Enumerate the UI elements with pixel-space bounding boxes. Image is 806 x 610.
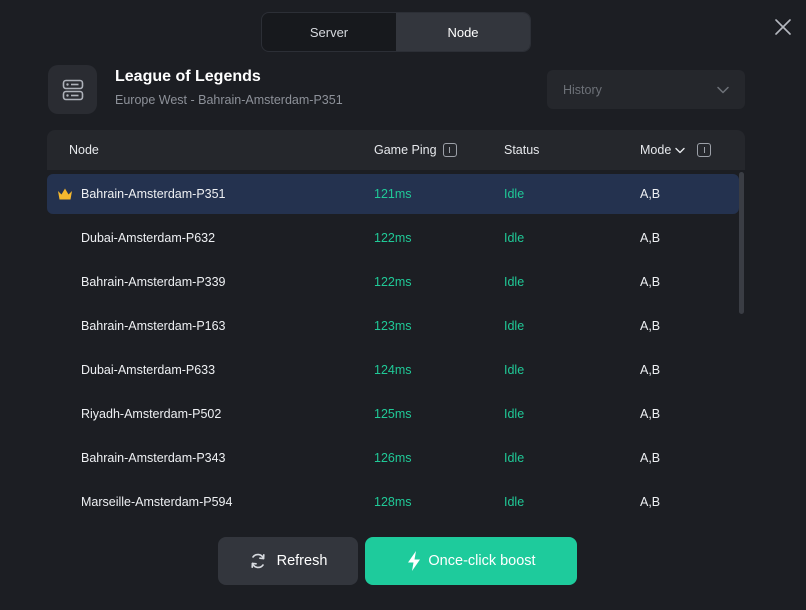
column-node: Node <box>69 130 99 170</box>
node-status: Idle <box>504 451 525 465</box>
chevron-down-icon <box>675 147 685 153</box>
column-ping-label: Game Ping <box>374 143 437 157</box>
node-mode: A,B <box>640 451 661 465</box>
node-name: Dubai-Amsterdam-P632 <box>81 231 216 245</box>
view-tabs: Server Node <box>261 12 531 52</box>
node-name: Bahrain-Amsterdam-P343 <box>81 451 226 465</box>
game-icon-tile <box>48 65 97 114</box>
game-title: League of Legends <box>115 68 261 85</box>
node-mode: A,B <box>640 231 661 245</box>
boost-label: Once-click boost <box>428 553 536 569</box>
node-status: Idle <box>504 187 525 201</box>
node-status: Idle <box>504 231 525 245</box>
info-icon[interactable] <box>442 143 457 157</box>
node-mode: A,B <box>640 187 661 201</box>
scrollbar-thumb[interactable] <box>739 172 744 314</box>
node-list: Bahrain-Amsterdam-P351 121ms Idle A,B Du… <box>47 172 739 524</box>
info-icon[interactable] <box>697 143 712 157</box>
close-icon <box>775 19 791 35</box>
node-status: Idle <box>504 407 525 421</box>
table-row[interactable]: Dubai-Amsterdam-P632 122ms Idle A,B <box>47 218 739 258</box>
crown-icon <box>58 188 72 200</box>
column-node-label: Node <box>69 143 99 157</box>
node-name: Bahrain-Amsterdam-P163 <box>81 319 226 333</box>
chevron-down-icon <box>717 86 729 93</box>
table-row[interactable]: Bahrain-Amsterdam-P351 121ms Idle A,B <box>47 174 739 214</box>
node-status: Idle <box>504 495 525 509</box>
game-subtitle: Europe West - Bahrain-Amsterdam-P351 <box>115 93 343 107</box>
history-dropdown[interactable]: History <box>547 70 745 109</box>
node-ping: 122ms <box>374 231 412 245</box>
refresh-label: Refresh <box>276 553 328 569</box>
node-mode: A,B <box>640 495 661 509</box>
node-status: Idle <box>504 319 525 333</box>
close-button[interactable] <box>772 16 794 38</box>
tab-server[interactable]: Server <box>262 13 396 51</box>
node-ping: 122ms <box>374 275 412 289</box>
table-row[interactable]: Riyadh-Amsterdam-P502 125ms Idle A,B <box>47 394 739 434</box>
table-header: Node Game Ping Status Mode <box>47 130 745 170</box>
node-ping: 124ms <box>374 363 412 377</box>
node-ping: 121ms <box>374 187 412 201</box>
node-mode: A,B <box>640 319 661 333</box>
node-mode: A,B <box>640 407 661 421</box>
table-row[interactable]: Bahrain-Amsterdam-P339 122ms Idle A,B <box>47 262 739 302</box>
node-status: Idle <box>504 363 525 377</box>
column-status: Status <box>504 130 539 170</box>
tab-node[interactable]: Node <box>396 13 530 51</box>
table-row[interactable]: Dubai-Amsterdam-P633 124ms Idle A,B <box>47 350 739 390</box>
column-status-label: Status <box>504 143 540 157</box>
node-ping: 126ms <box>374 451 412 465</box>
node-status: Idle <box>504 275 525 289</box>
refresh-button[interactable]: Refresh <box>218 537 358 585</box>
node-mode: A,B <box>640 363 661 377</box>
lightning-icon <box>408 551 421 571</box>
column-mode[interactable]: Mode <box>640 130 712 170</box>
node-name: Marseille-Amsterdam-P594 <box>81 495 233 509</box>
node-ping: 123ms <box>374 319 412 333</box>
node-name: Riyadh-Amsterdam-P502 <box>81 407 222 421</box>
column-mode-label: Mode <box>640 143 672 157</box>
server-icon <box>62 79 83 100</box>
table-row[interactable]: Bahrain-Amsterdam-P343 126ms Idle A,B <box>47 438 739 478</box>
table-row[interactable]: Marseille-Amsterdam-P594 128ms Idle A,B <box>47 482 739 522</box>
refresh-icon <box>251 553 265 569</box>
node-name: Dubai-Amsterdam-P633 <box>81 363 216 377</box>
boost-button[interactable]: Once-click boost <box>365 537 577 585</box>
node-ping: 128ms <box>374 495 412 509</box>
node-mode: A,B <box>640 275 661 289</box>
column-ping: Game Ping <box>374 130 457 170</box>
history-placeholder: History <box>563 82 602 97</box>
node-name: Bahrain-Amsterdam-P339 <box>81 275 226 289</box>
table-row[interactable]: Bahrain-Amsterdam-P163 123ms Idle A,B <box>47 306 739 346</box>
node-ping: 125ms <box>374 407 412 421</box>
node-name: Bahrain-Amsterdam-P351 <box>81 187 226 201</box>
